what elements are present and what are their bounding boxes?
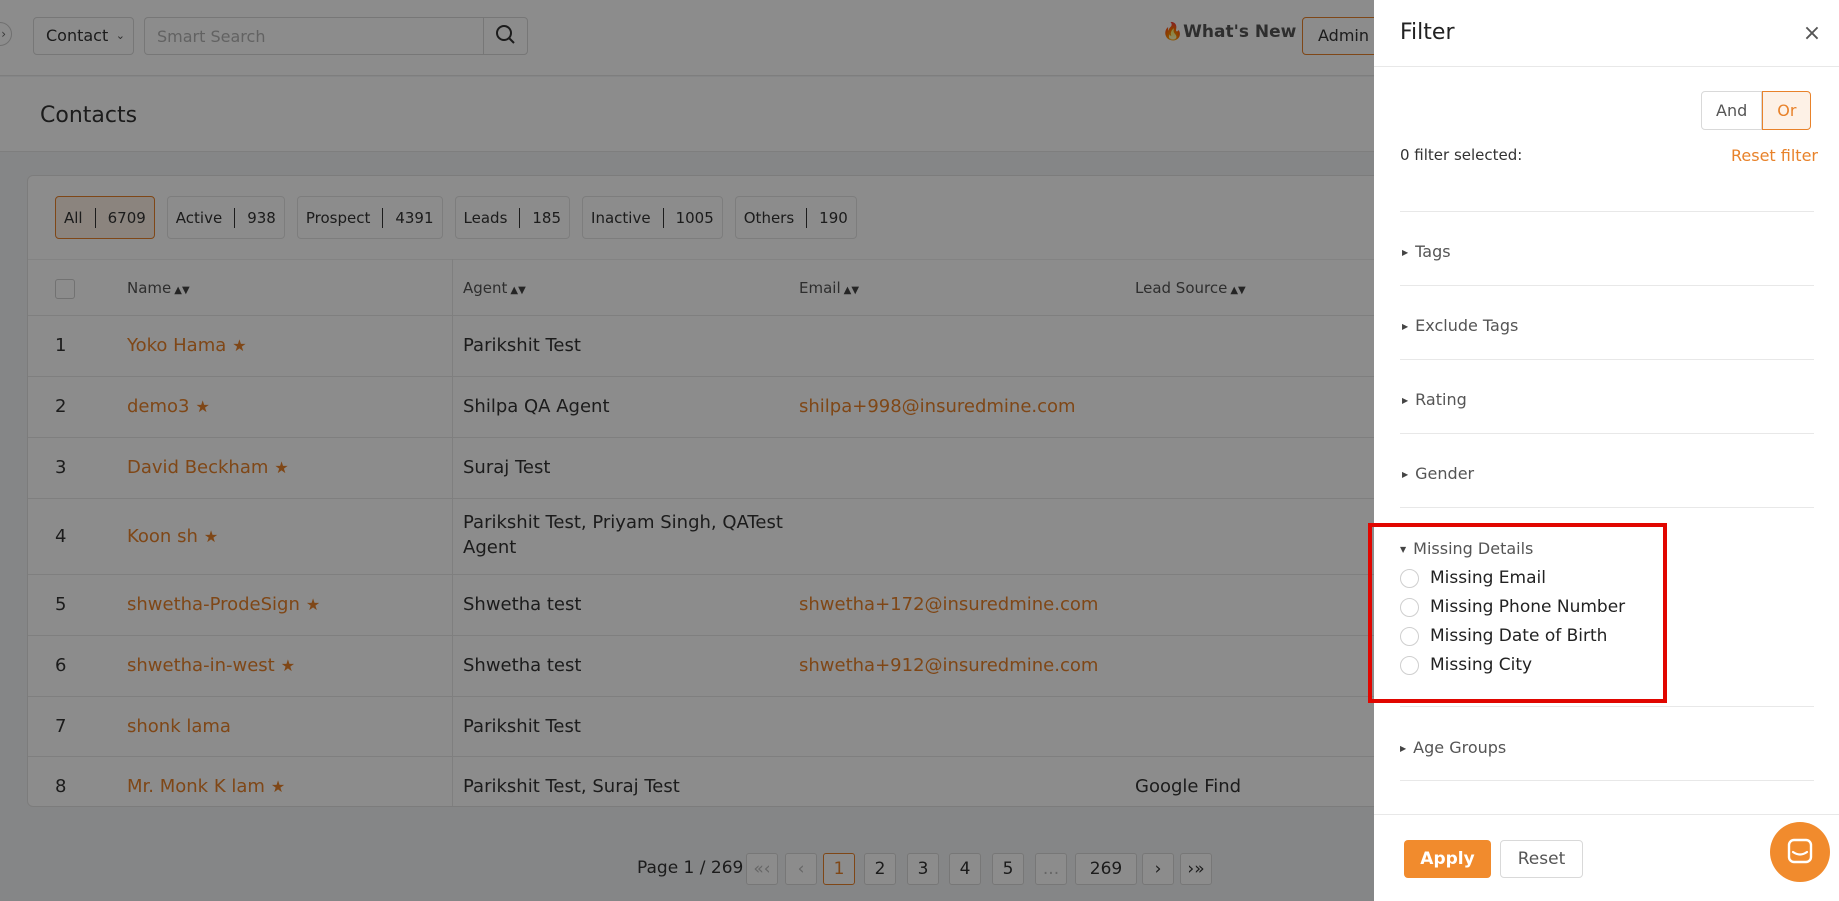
section-label: Age Groups [1413, 738, 1507, 757]
section-rating[interactable]: ▶ Rating [1402, 390, 1467, 409]
caret-right-icon: ▶ [1402, 248, 1409, 257]
section-exclude-tags[interactable]: ▶ Exclude Tags [1402, 316, 1518, 335]
divider [1400, 507, 1814, 508]
divider [1400, 359, 1814, 360]
divider [1400, 211, 1814, 212]
caret-right-icon: ▶ [1402, 470, 1409, 479]
section-label: Gender [1415, 464, 1475, 483]
section-gender[interactable]: ▶ Gender [1402, 464, 1474, 483]
reset-filter-link[interactable]: Reset filter [1731, 146, 1818, 165]
section-age-groups[interactable]: ▶ Age Groups [1400, 738, 1506, 757]
reset-button[interactable]: Reset [1500, 840, 1583, 878]
divider [1400, 433, 1814, 434]
section-label: Tags [1415, 242, 1451, 261]
divider [1400, 285, 1814, 286]
filter-selected-count: 0 filter selected: [1400, 146, 1523, 164]
filter-drawer: Filter × And Or 0 filter selected: Reset… [1374, 0, 1839, 901]
section-tags[interactable]: ▶ Tags [1402, 242, 1451, 261]
logic-toggle: And Or [1701, 91, 1812, 130]
divider [1374, 66, 1839, 67]
close-icon[interactable]: × [1802, 23, 1822, 45]
apply-button[interactable]: Apply [1404, 840, 1491, 878]
divider [1400, 706, 1814, 707]
divider [1400, 780, 1814, 781]
caret-right-icon: ▶ [1400, 744, 1407, 753]
filter-title: Filter [1400, 20, 1455, 45]
section-label: Exclude Tags [1415, 316, 1519, 335]
caret-right-icon: ▶ [1402, 396, 1409, 405]
logic-and-button[interactable]: And [1701, 91, 1763, 130]
section-label: Rating [1415, 390, 1467, 409]
highlight-box [1368, 523, 1667, 703]
logic-or-button[interactable]: Or [1762, 91, 1812, 130]
chat-launcher[interactable] [1770, 822, 1830, 882]
caret-right-icon: ▶ [1402, 322, 1409, 331]
chat-icon [1787, 838, 1813, 864]
modal-overlay[interactable] [0, 0, 1374, 901]
